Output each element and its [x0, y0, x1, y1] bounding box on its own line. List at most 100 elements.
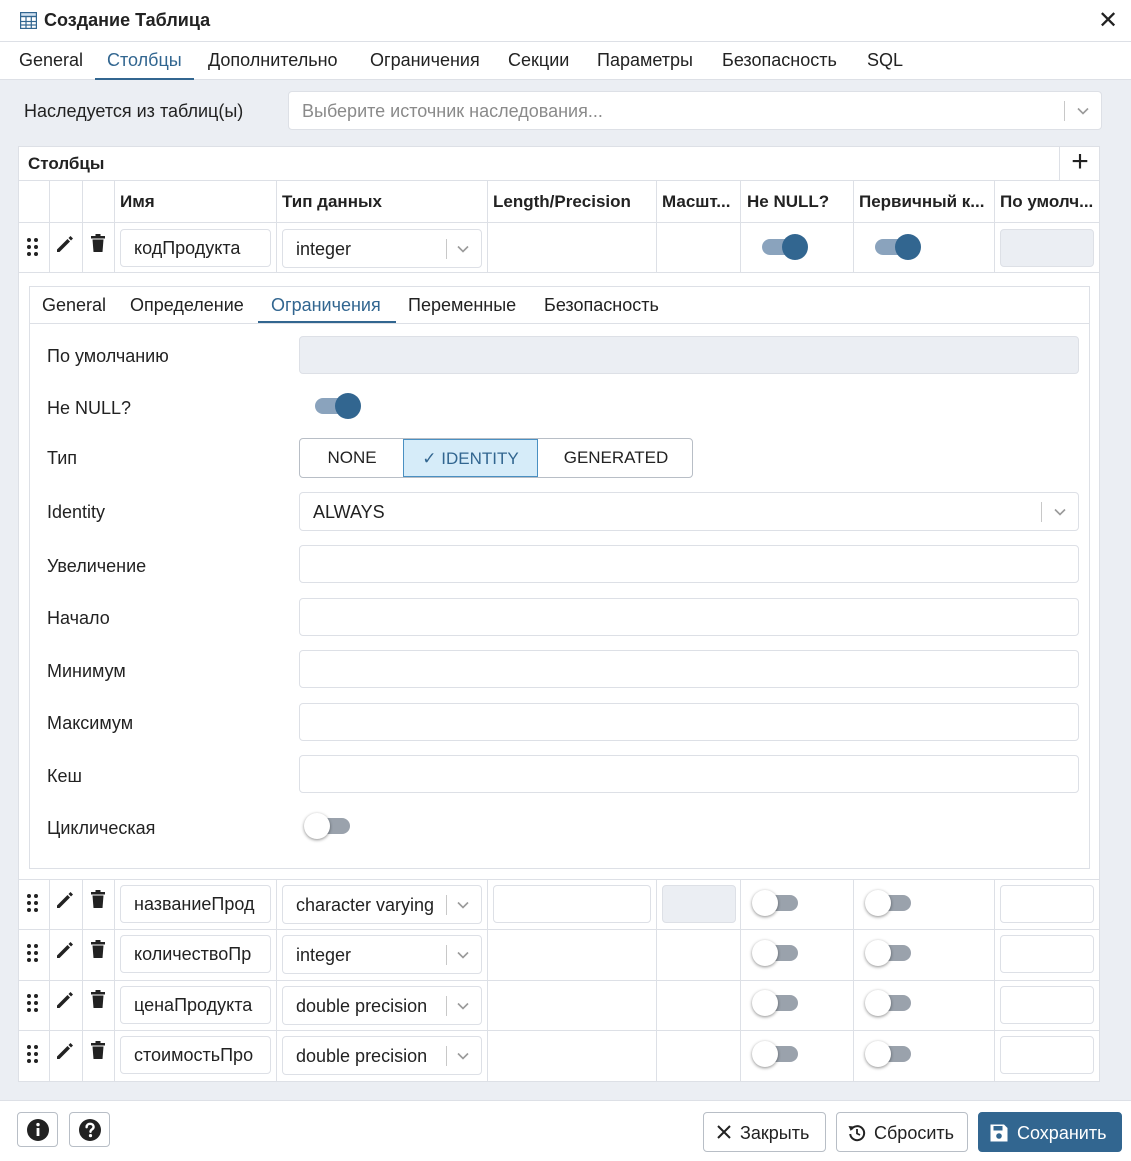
cache-input[interactable]: [299, 755, 1079, 793]
subtab-security[interactable]: Безопасность: [544, 295, 659, 316]
select-separator: [446, 239, 447, 259]
drag-handle-icon[interactable]: [27, 238, 39, 256]
edit-icon[interactable]: [55, 890, 75, 910]
trash-icon[interactable]: [88, 233, 108, 253]
primary-key-toggle[interactable]: [865, 888, 913, 918]
subtab-variables[interactable]: Переменные: [408, 295, 516, 316]
grid-line: [82, 879, 83, 1081]
reset-icon: [848, 1125, 866, 1142]
column-type-select[interactable]: integer: [282, 935, 482, 974]
close-icon[interactable]: ✕: [1095, 8, 1121, 34]
detail-not-null-toggle[interactable]: [313, 391, 361, 421]
trash-icon[interactable]: [88, 1040, 108, 1060]
edit-icon[interactable]: [55, 234, 75, 254]
tab-constraints[interactable]: Ограничения: [370, 50, 480, 80]
trash-icon[interactable]: [88, 889, 108, 909]
add-column-button[interactable]: +: [1059, 146, 1100, 180]
type-identity-button[interactable]: ✓ IDENTITY: [403, 439, 538, 477]
grid-line: [18, 980, 1100, 981]
subtab-constraints[interactable]: Ограничения: [271, 295, 381, 316]
column-default-input[interactable]: [1000, 885, 1094, 923]
info-button[interactable]: [17, 1112, 58, 1147]
not-null-toggle[interactable]: [752, 988, 800, 1018]
increment-input[interactable]: [299, 545, 1079, 583]
grid-line: [740, 180, 741, 273]
tab-columns[interactable]: Столбцы: [95, 50, 194, 80]
column-name-input[interactable]: стоимостьПро: [120, 1036, 271, 1074]
chevron-down-icon: [457, 901, 469, 909]
not-null-toggle[interactable]: [752, 1039, 800, 1069]
primary-key-toggle[interactable]: [873, 232, 921, 262]
reset-button[interactable]: Сбросить: [836, 1112, 968, 1152]
tab-sql[interactable]: SQL: [867, 50, 903, 80]
save-button[interactable]: Сохранить: [978, 1112, 1122, 1152]
column-name-input[interactable]: названиеПрод: [120, 885, 271, 923]
subtab-definition[interactable]: Определение: [130, 295, 244, 316]
help-button[interactable]: [69, 1112, 110, 1147]
dialog-title: Создание Таблица: [44, 10, 211, 30]
subtab-general[interactable]: General: [42, 295, 106, 316]
maximum-label: Максимум: [47, 713, 134, 733]
minimum-input[interactable]: [299, 650, 1079, 688]
header-primary-key: Первичный к...: [859, 192, 985, 211]
chevron-down-icon: [457, 1002, 469, 1010]
cyclic-toggle[interactable]: [304, 811, 352, 841]
column-length-input[interactable]: [493, 885, 651, 923]
tab-general[interactable]: General: [19, 50, 83, 80]
grid-line: [276, 879, 277, 1081]
maximum-input[interactable]: [299, 703, 1079, 741]
increment-label: Увеличение: [47, 556, 147, 576]
column-type-select[interactable]: integer: [282, 229, 482, 268]
grid-line: [49, 180, 50, 273]
edit-icon[interactable]: [55, 940, 75, 960]
cache-label: Кеш: [47, 766, 82, 786]
not-null-toggle[interactable]: [752, 888, 800, 918]
column-name-input[interactable]: ценаПродукта: [120, 986, 271, 1024]
save-icon: [990, 1124, 1008, 1142]
tab-partitions[interactable]: Секции: [508, 50, 569, 80]
primary-key-toggle[interactable]: [865, 938, 913, 968]
inherit-select[interactable]: Выберите источник наследования...: [288, 91, 1102, 130]
column-default-input[interactable]: [1000, 229, 1094, 267]
edit-icon[interactable]: [55, 1041, 75, 1061]
column-type-select[interactable]: double precision: [282, 1036, 482, 1075]
primary-key-toggle[interactable]: [865, 1039, 913, 1069]
drag-handle-icon[interactable]: [27, 894, 39, 912]
not-null-label: Не NULL?: [47, 398, 132, 418]
grid-line: [18, 1030, 1100, 1031]
column-type-select[interactable]: double precision: [282, 986, 482, 1025]
identity-select[interactable]: ALWAYS: [299, 492, 1079, 531]
drag-handle-icon[interactable]: [27, 1045, 39, 1063]
drag-handle-icon[interactable]: [27, 994, 39, 1012]
drag-handle-icon[interactable]: [27, 944, 39, 962]
grid-line: [487, 180, 488, 273]
primary-key-toggle[interactable]: [865, 988, 913, 1018]
cyclic-label: Циклическая: [47, 818, 156, 838]
edit-icon[interactable]: [55, 990, 75, 1010]
select-separator: [446, 895, 447, 915]
tab-security[interactable]: Безопасность: [722, 50, 837, 80]
tab-parameters[interactable]: Параметры: [597, 50, 693, 80]
column-name-input[interactable]: кодПродукта: [120, 229, 271, 267]
column-type-value: double precision: [296, 1046, 428, 1066]
column-default-input[interactable]: [1000, 935, 1094, 973]
type-generated-button[interactable]: GENERATED: [538, 439, 692, 477]
close-button[interactable]: Закрыть: [703, 1112, 826, 1152]
not-null-toggle[interactable]: [752, 938, 800, 968]
not-null-toggle[interactable]: [760, 232, 808, 262]
grid-line: [853, 180, 854, 273]
start-input[interactable]: [299, 598, 1079, 636]
grid-line: [49, 879, 50, 1081]
column-default-input[interactable]: [1000, 1036, 1094, 1074]
header-length: Length/Precision: [493, 192, 631, 211]
tab-advanced[interactable]: Дополнительно: [208, 50, 338, 80]
close-icon: [717, 1125, 731, 1139]
type-none-button[interactable]: NONE: [300, 439, 404, 477]
trash-icon[interactable]: [88, 939, 108, 959]
column-name-input[interactable]: количествоПр: [120, 935, 271, 973]
column-default-input[interactable]: [1000, 986, 1094, 1024]
column-type-select[interactable]: character varying: [282, 885, 482, 924]
info-icon: [27, 1119, 49, 1141]
trash-icon[interactable]: [88, 989, 108, 1009]
select-separator: [1064, 101, 1065, 121]
